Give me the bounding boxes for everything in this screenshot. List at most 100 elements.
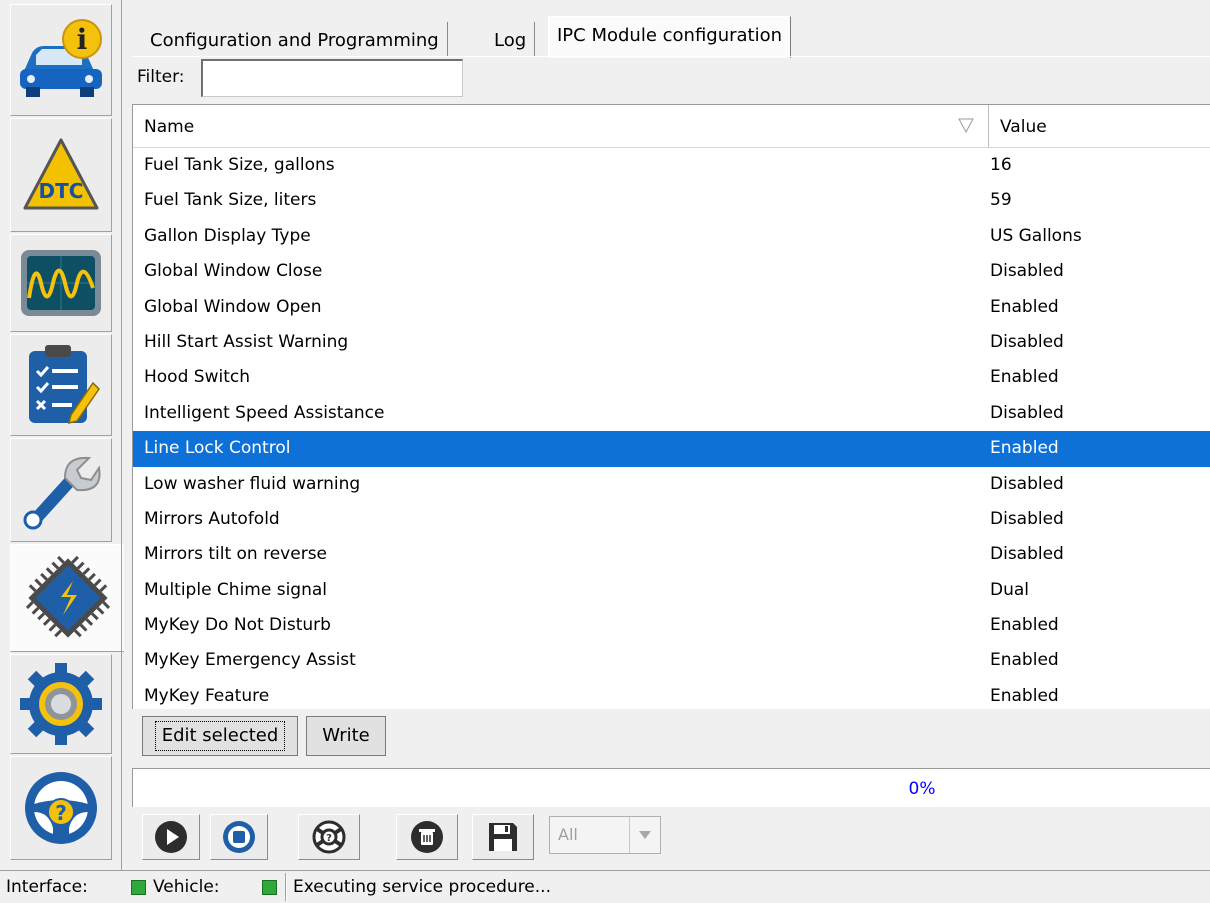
sidebar-item-dtc[interactable]: DTC — [10, 118, 112, 232]
cell-name: Hood Switch — [144, 367, 250, 388]
sidebar: i DTC ? — [0, 0, 124, 870]
cell-value: Disabled — [990, 473, 1064, 494]
config-table[interactable]: Name Value Fuel Tank Size, gallons 16 Fuel… — [132, 104, 1210, 709]
cell-value: Enabled — [990, 615, 1059, 636]
tab-label: Configuration and Programming — [150, 30, 439, 51]
cell-value: 59 — [990, 190, 1012, 211]
table-row[interactable]: Multiple Chime signal Dual — [133, 573, 1210, 608]
table-row[interactable]: MyKey Do Not Disturb Enabled — [133, 608, 1210, 643]
interface-status-indicator — [131, 880, 146, 895]
sidebar-item-module-config[interactable] — [10, 544, 124, 652]
tab-label: Log — [494, 30, 527, 51]
vehicle-label: Vehicle: — [153, 877, 220, 897]
tab-log[interactable]: Log — [486, 22, 536, 56]
table-row[interactable]: Gallon Display Type US Gallons — [133, 219, 1210, 254]
sidebar-divider — [121, 0, 122, 870]
sidebar-item-service[interactable] — [10, 438, 112, 542]
cell-value: Disabled — [990, 544, 1064, 565]
write-label: Write — [322, 725, 370, 746]
column-header-label: Name — [144, 117, 195, 137]
help-lifebuoy-button[interactable]: ? — [298, 814, 360, 860]
save-button[interactable] — [472, 814, 534, 860]
svg-text:?: ? — [326, 833, 332, 844]
checklist-icon — [29, 345, 100, 425]
table-row[interactable]: Hill Start Assist Warning Disabled — [133, 325, 1210, 360]
table-row[interactable]: MyKey Feature Enabled — [133, 679, 1210, 709]
tab-ipc-module-configuration[interactable]: IPC Module configuration — [548, 16, 792, 58]
write-button[interactable]: Write — [306, 716, 386, 756]
cell-value: 16 — [990, 155, 1012, 175]
filter-combo[interactable]: All — [549, 816, 661, 854]
sidebar-item-settings[interactable] — [10, 654, 112, 754]
stop-button[interactable] — [210, 814, 268, 860]
table-row[interactable]: Global Window Open Enabled — [133, 290, 1210, 325]
cell-name: MyKey Emergency Assist — [144, 650, 356, 671]
progress-bar: 0% — [132, 768, 1210, 807]
interface-label: Interface: — [6, 877, 88, 897]
table-row[interactable]: Low washer fluid warning Disabled — [133, 467, 1210, 502]
table-row[interactable]: MyKey Emergency Assist Enabled — [133, 643, 1210, 678]
filter-input[interactable] — [201, 59, 463, 97]
status-divider — [285, 873, 286, 901]
column-header-value[interactable]: Value — [989, 105, 1210, 147]
help-steering-wheel-icon: ? — [25, 772, 97, 844]
table-row[interactable]: Fuel Tank Size, liters 59 — [133, 183, 1210, 218]
cell-value: Enabled — [990, 650, 1059, 671]
table-row[interactable]: Mirrors Autofold Disabled — [133, 502, 1210, 537]
sidebar-item-help[interactable]: ? — [10, 756, 112, 860]
cell-name: MyKey Feature — [144, 685, 270, 706]
lifebuoy-icon: ? — [312, 820, 346, 854]
save-icon — [489, 823, 517, 851]
filter-combo-value: All — [558, 825, 578, 844]
cell-value: Enabled — [990, 367, 1059, 388]
clear-icon — [411, 821, 443, 853]
cell-name: Mirrors Autofold — [144, 508, 280, 529]
cell-name: Hill Start Assist Warning — [144, 331, 349, 352]
progress-text: 0% — [908, 779, 936, 799]
sidebar-item-checklist[interactable] — [10, 334, 112, 436]
column-header-name[interactable]: Name — [133, 105, 989, 147]
edit-selected-button[interactable]: Edit selected — [142, 716, 298, 756]
cell-value: US Gallons — [990, 225, 1082, 246]
cell-name: MyKey Do Not Disturb — [144, 615, 331, 636]
table-row[interactable]: Line Lock Control Enabled — [133, 431, 1210, 467]
stop-icon — [223, 821, 255, 853]
cell-name: Line Lock Control — [144, 438, 291, 459]
table-row[interactable]: Mirrors tilt on reverse Disabled — [133, 537, 1210, 572]
svg-text:?: ? — [55, 801, 67, 825]
table-header: Name Value — [133, 105, 1210, 148]
cell-value: Disabled — [990, 331, 1064, 352]
cell-name: Multiple Chime signal — [144, 579, 328, 600]
tab-configuration-programming[interactable]: Configuration and Programming — [142, 22, 448, 56]
table-row[interactable]: Global Window Close Disabled — [133, 254, 1210, 289]
table-row[interactable]: Fuel Tank Size, gallons 16 — [133, 148, 1210, 183]
sidebar-item-oscilloscope[interactable] — [10, 234, 112, 332]
cell-name: Fuel Tank Size, liters — [144, 190, 317, 211]
combo-arrow[interactable] — [629, 817, 660, 853]
status-message: Executing service procedure... — [293, 877, 551, 897]
cell-value: Disabled — [990, 402, 1064, 423]
sort-descending-icon — [958, 118, 974, 133]
clear-button[interactable] — [396, 814, 458, 860]
table-row[interactable]: Hood Switch Enabled — [133, 360, 1210, 395]
run-button[interactable] — [142, 814, 200, 860]
chip-module-icon — [25, 555, 110, 638]
play-icon — [155, 821, 187, 853]
svg-text:i: i — [77, 23, 88, 56]
filter-label: Filter: — [137, 67, 185, 87]
cell-name: Mirrors tilt on reverse — [144, 544, 328, 565]
wrench-icon — [23, 456, 101, 530]
cell-value: Dual — [990, 579, 1030, 600]
dtc-icon-label: DTC — [39, 179, 84, 203]
cell-name: Global Window Open — [144, 296, 322, 317]
sidebar-item-vehicle-info[interactable]: i — [10, 4, 112, 116]
table-row[interactable]: Intelligent Speed Assistance Disabled — [133, 396, 1210, 431]
cell-name: Global Window Close — [144, 261, 323, 282]
tab-label: IPC Module configuration — [557, 25, 783, 46]
car-info-icon: i — [20, 19, 102, 97]
cell-name: Low washer fluid warning — [144, 473, 361, 494]
tab-baseline — [132, 56, 1210, 57]
cell-value: Disabled — [990, 508, 1064, 529]
column-header-label: Value — [1000, 117, 1047, 137]
cell-value: Enabled — [990, 438, 1059, 459]
